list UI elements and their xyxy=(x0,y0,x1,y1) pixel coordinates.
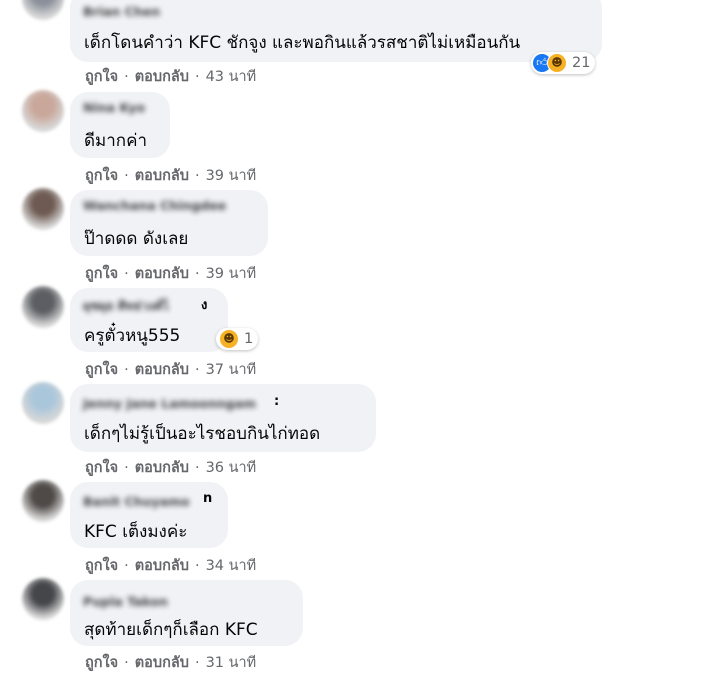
comment-timestamp[interactable]: 36 นาที xyxy=(206,460,257,476)
avatar[interactable] xyxy=(22,0,64,20)
comment-bubble: Nina Kyo ดีมากค่า xyxy=(70,92,170,158)
reply-button[interactable]: ตอบกลับ xyxy=(135,266,189,282)
comment-timestamp[interactable]: 34 นาที xyxy=(206,558,257,574)
comment-timestamp[interactable]: 37 นาที xyxy=(206,362,257,378)
separator-dot: · xyxy=(124,655,129,671)
comment-text: เด็กโดนคำว่า KFC ชักจูง และพอกินแล้วรสชา… xyxy=(84,33,521,53)
reply-button[interactable]: ตอบกลับ xyxy=(135,558,189,574)
separator-dot: · xyxy=(194,168,200,184)
commenter-name-tail: ง xyxy=(201,298,208,313)
comment-timestamp[interactable]: 39 นาที xyxy=(206,168,257,184)
comment-actions: ถูกใจ · ตอบกลับ · 36 นาที xyxy=(85,456,256,479)
like-button[interactable]: ถูกใจ xyxy=(85,655,118,671)
reply-button[interactable]: ตอบกลับ xyxy=(135,69,189,85)
comment-timestamp[interactable]: 31 นาที xyxy=(206,655,257,671)
commenter-name[interactable]: Nina Kyo xyxy=(83,100,145,115)
like-button[interactable]: ถูกใจ xyxy=(85,168,118,184)
avatar[interactable] xyxy=(22,188,64,230)
separator-dot: · xyxy=(124,266,129,282)
avatar[interactable] xyxy=(22,382,64,424)
comment-actions: ถูกใจ · ตอบกลับ · 37 นาที xyxy=(85,358,256,381)
like-button[interactable]: ถูกใจ xyxy=(85,362,118,378)
commenter-name[interactable]: ผุซผุย ศิทธ่วงศ์ไ xyxy=(83,296,169,316)
separator-dot: · xyxy=(194,266,200,282)
separator-dot: · xyxy=(124,362,129,378)
reaction-count: 1 xyxy=(244,331,254,347)
commenter-name[interactable]: Banit Chuyamo xyxy=(83,494,190,509)
comment-actions: ถูกใจ · ตอบกลับ · 34 นาที xyxy=(85,554,256,577)
commenter-name[interactable]: Brian Chen xyxy=(83,4,160,19)
separator-dot: · xyxy=(194,655,200,671)
haha-icon: ☻ xyxy=(219,329,239,349)
separator-dot: · xyxy=(124,460,129,476)
comment-actions: ถูกใจ · ตอบกลับ · 39 นาที xyxy=(85,262,256,285)
separator-dot: · xyxy=(124,558,129,574)
commenter-name[interactable]: Wanchana Chingdee xyxy=(83,198,226,213)
comment-bubble: Jenny Jane Lamoonngam : เด็กๆไม่รู้เป็นอ… xyxy=(70,384,376,452)
reply-button[interactable]: ตอบกลับ xyxy=(135,168,189,184)
avatar[interactable] xyxy=(22,90,64,132)
reply-button[interactable]: ตอบกลับ xyxy=(135,362,189,378)
separator-dot: · xyxy=(194,362,200,378)
reply-button[interactable]: ตอบกลับ xyxy=(135,460,189,476)
commenter-name[interactable]: Pupla Takon xyxy=(83,594,168,609)
avatar[interactable] xyxy=(22,480,64,522)
comment-text: สุดท้ายเด็กๆก็เลือก KFC xyxy=(84,620,258,640)
comment-timestamp[interactable]: 39 นาที xyxy=(206,266,257,282)
separator-dot: · xyxy=(194,69,200,85)
comment-actions: ถูกใจ · ตอบกลับ · 43 นาที xyxy=(85,65,256,88)
like-button[interactable]: ถูกใจ xyxy=(85,558,118,574)
commenter-name-tail: : xyxy=(274,394,280,409)
comment-bubble: ผุซผุย ศิทธ่วงศ์ไ ง ครูตั๋วหนู555 xyxy=(70,288,228,352)
separator-dot: · xyxy=(124,168,129,184)
separator-dot: · xyxy=(194,558,200,574)
commenter-name-tail: n xyxy=(203,491,213,506)
comment-text: ป๊าดดด ดังเลย xyxy=(84,229,189,249)
commenter-name[interactable]: Jenny Jane Lamoonngam xyxy=(83,396,256,411)
comment-text: KFC เต็งมงค่ะ xyxy=(84,522,188,542)
like-button[interactable]: ถูกใจ xyxy=(85,460,118,476)
comment-actions: ถูกใจ · ตอบกลับ · 39 นาที xyxy=(85,164,256,187)
comment-bubble: Wanchana Chingdee ป๊าดดด ดังเลย xyxy=(70,190,268,256)
comment-bubble: Banit Chuyamo n KFC เต็งมงค่ะ xyxy=(70,482,228,548)
reaction-summary[interactable]: 👍︎ ☻ 21 xyxy=(531,52,596,74)
comment-actions: ถูกใจ · ตอบกลับ · 31 นาที xyxy=(85,651,256,674)
avatar[interactable] xyxy=(22,578,64,620)
separator-dot: · xyxy=(124,69,129,85)
separator-dot: · xyxy=(194,460,200,476)
reply-button[interactable]: ตอบกลับ xyxy=(135,655,189,671)
like-button[interactable]: ถูกใจ xyxy=(85,69,118,85)
reaction-summary[interactable]: ☻ 1 xyxy=(216,328,259,350)
haha-icon: ☻ xyxy=(547,53,567,73)
comment-text: ดีมากค่า xyxy=(84,131,148,151)
comment-bubble: Brian Chen เด็กโดนคำว่า KFC ชักจูง และพอ… xyxy=(70,0,602,62)
reaction-count: 21 xyxy=(572,55,591,71)
avatar[interactable] xyxy=(22,286,64,328)
comment-text: ครูตั๋วหนู555 xyxy=(84,326,181,346)
comment-bubble: Pupla Takon สุดท้ายเด็กๆก็เลือก KFC xyxy=(70,580,303,646)
comment-text: เด็กๆไม่รู้เป็นอะไรชอบกินไก่ทอด xyxy=(84,424,321,444)
like-button[interactable]: ถูกใจ xyxy=(85,266,118,282)
comment-timestamp[interactable]: 43 นาที xyxy=(206,69,257,85)
